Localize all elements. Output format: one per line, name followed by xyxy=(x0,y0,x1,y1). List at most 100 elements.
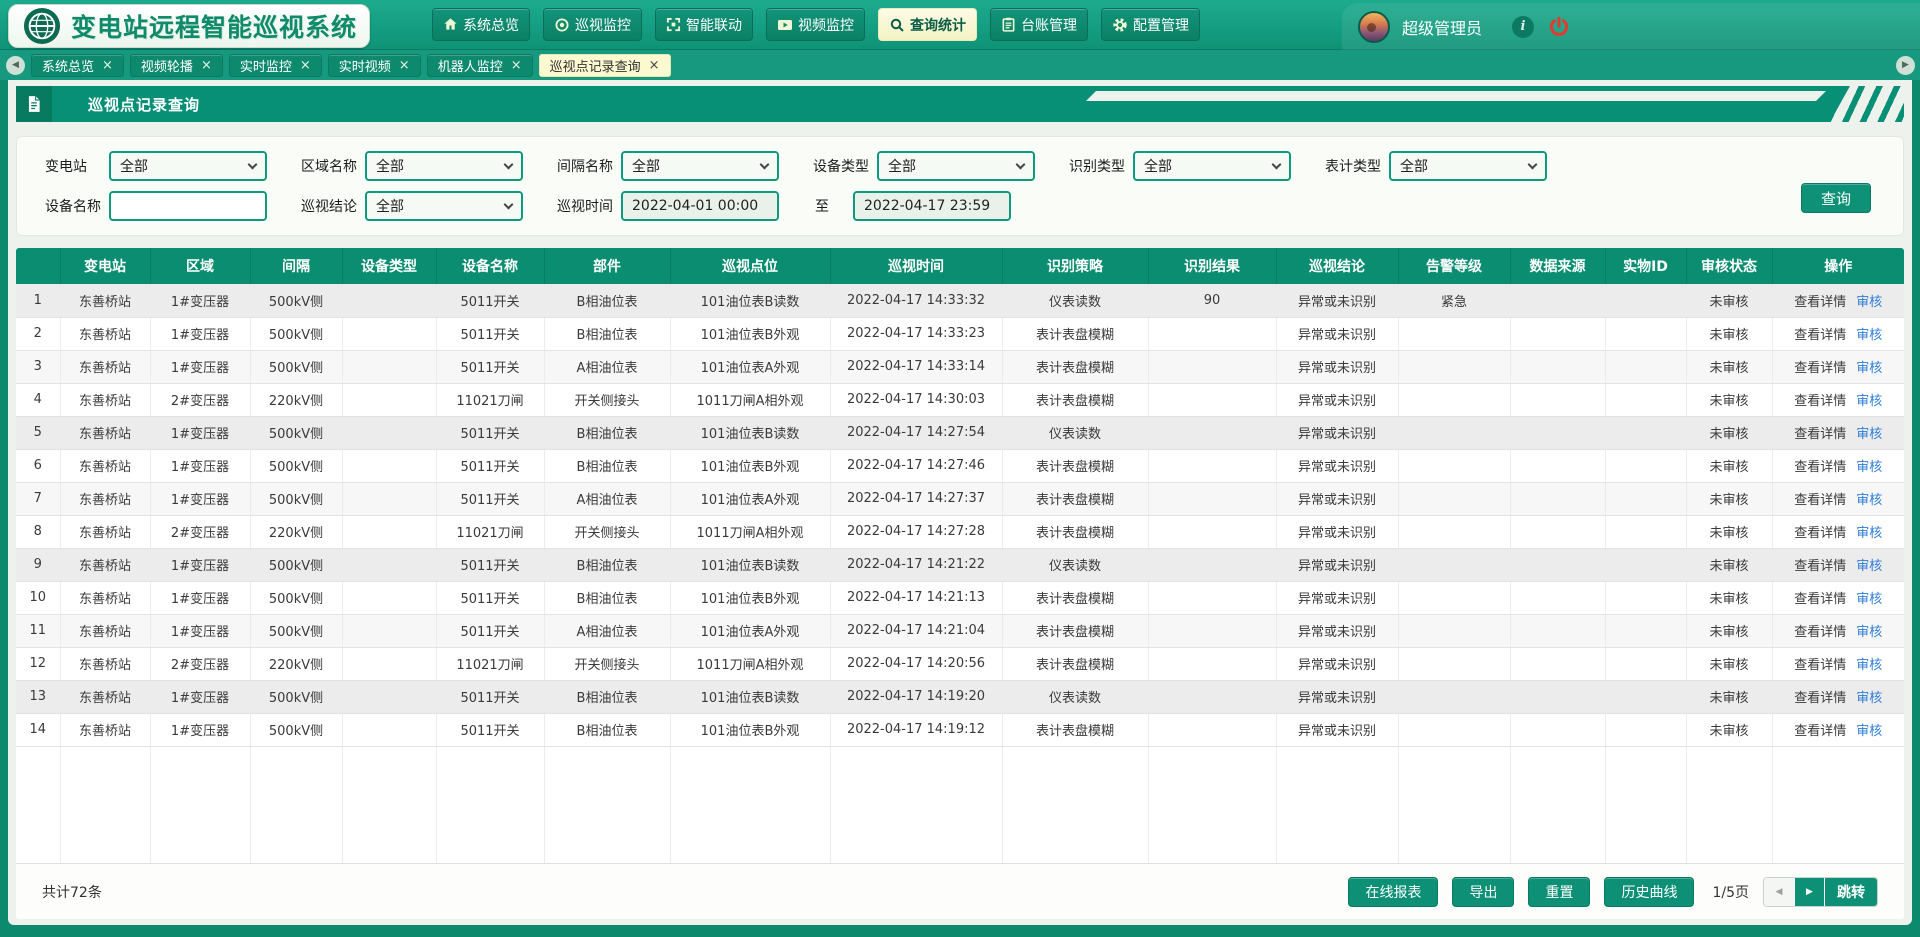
table-cell: 未审核 xyxy=(1686,548,1772,581)
audit-link[interactable]: 审核 xyxy=(1856,559,1882,574)
avatar[interactable] xyxy=(1358,11,1390,43)
table-cell: B相油位表 xyxy=(544,449,670,482)
close-icon[interactable]: × xyxy=(649,59,660,72)
info-icon[interactable]: i xyxy=(1512,16,1534,38)
audit-link[interactable]: 审核 xyxy=(1856,724,1882,739)
table-cell xyxy=(1148,647,1276,680)
table-cell: 5011开关 xyxy=(436,317,544,350)
audit-link[interactable]: 审核 xyxy=(1856,427,1882,442)
table-cell: B相油位表 xyxy=(544,548,670,581)
tab-video-carousel[interactable]: 视频轮播 × xyxy=(130,54,223,77)
reset-button[interactable]: 重置 xyxy=(1528,877,1590,907)
table-row: 10东善桥站1#变压器500kV侧5011开关B相油位表101油位表B外观202… xyxy=(16,581,1904,614)
view-detail-link[interactable]: 查看详情 xyxy=(1794,658,1846,673)
table-cell: 异常或未识别 xyxy=(1276,515,1398,548)
next-page-button[interactable]: ▶ xyxy=(1794,878,1824,906)
area-select[interactable]: 全部 xyxy=(365,151,523,181)
history-curve-button[interactable]: 历史曲线 xyxy=(1604,877,1694,907)
table-cell: 1011刀闸A相外观 xyxy=(670,515,830,548)
table-cell: 2022-04-17 14:27:37 xyxy=(830,482,1002,515)
query-button[interactable]: 查询 xyxy=(1801,183,1871,213)
device-type-select[interactable]: 全部 xyxy=(877,151,1035,181)
view-detail-link[interactable]: 查看详情 xyxy=(1794,559,1846,574)
nav-item-smart-linkage[interactable]: 智能联动 xyxy=(655,8,753,41)
bay-select[interactable]: 全部 xyxy=(621,151,779,181)
logout-power-icon[interactable] xyxy=(1548,16,1570,38)
time-from-input[interactable]: 2022-04-01 00:00 xyxy=(621,191,779,221)
table-cell xyxy=(1398,317,1510,350)
tab-inspection-record-query[interactable]: 巡视点记录查询 × xyxy=(539,54,671,77)
nav-item-query-statistics[interactable]: 查询统计 xyxy=(878,8,977,41)
station-select[interactable]: 全部 xyxy=(109,151,267,181)
view-detail-link[interactable]: 查看详情 xyxy=(1794,295,1846,310)
table-cell: 东善桥站 xyxy=(60,416,150,449)
operation-cell: 查看详情审核 xyxy=(1772,416,1904,449)
tab-scroll-left-button[interactable]: ◀ xyxy=(6,56,25,75)
close-icon[interactable]: × xyxy=(102,59,113,72)
view-detail-link[interactable]: 查看详情 xyxy=(1794,493,1846,508)
prev-page-button[interactable]: ◀ xyxy=(1764,878,1794,906)
audit-link[interactable]: 审核 xyxy=(1856,493,1882,508)
table-cell xyxy=(1148,548,1276,581)
tab-scroll-right-button[interactable]: ▶ xyxy=(1896,56,1915,75)
audit-link[interactable]: 审核 xyxy=(1856,394,1882,409)
view-detail-link[interactable]: 查看详情 xyxy=(1794,394,1846,409)
tab-robot-monitor[interactable]: 机器人监控 × xyxy=(427,54,533,77)
view-detail-link[interactable]: 查看详情 xyxy=(1794,460,1846,475)
table-row: 1东善桥站1#变压器500kV侧5011开关B相油位表101油位表B读数2022… xyxy=(16,284,1904,317)
close-icon[interactable]: × xyxy=(511,59,522,72)
export-button[interactable]: 导出 xyxy=(1452,877,1514,907)
nav-item-inspection-monitor[interactable]: 巡视监控 xyxy=(543,8,642,41)
chevron-down-icon xyxy=(504,159,514,169)
jump-button[interactable]: 跳转 xyxy=(1824,878,1877,906)
table-cell: 11021刀闸 xyxy=(436,515,544,548)
close-icon[interactable]: × xyxy=(201,59,212,72)
nav-item-system-overview[interactable]: 系统总览 xyxy=(432,8,530,41)
close-icon[interactable]: × xyxy=(399,59,410,72)
audit-link[interactable]: 审核 xyxy=(1856,592,1882,607)
audit-link[interactable]: 审核 xyxy=(1856,361,1882,376)
view-detail-link[interactable]: 查看详情 xyxy=(1794,724,1846,739)
audit-link[interactable]: 审核 xyxy=(1856,328,1882,343)
view-detail-link[interactable]: 查看详情 xyxy=(1794,361,1846,376)
audit-link[interactable]: 审核 xyxy=(1856,526,1882,541)
time-to-input[interactable]: 2022-04-17 23:59 xyxy=(853,191,1011,221)
table-cell xyxy=(342,482,436,515)
user-name: 超级管理员 xyxy=(1402,15,1482,39)
tab-system-overview[interactable]: 系统总览 × xyxy=(31,54,124,77)
tab-realtime-monitor[interactable]: 实时监控 × xyxy=(229,54,322,77)
records-table-card: 变电站区域间隔设备类型设备名称部件巡视点位巡视时间识别策略识别结果巡视结论告警等… xyxy=(16,248,1904,919)
audit-link[interactable]: 审核 xyxy=(1856,460,1882,475)
recognition-type-select[interactable]: 全部 xyxy=(1133,151,1291,181)
table-cell: 2022-04-17 14:30:03 xyxy=(830,383,1002,416)
view-detail-link[interactable]: 查看详情 xyxy=(1794,592,1846,607)
view-detail-link[interactable]: 查看详情 xyxy=(1794,625,1846,640)
audit-link[interactable]: 审核 xyxy=(1856,691,1882,706)
nav-item-ledger-management[interactable]: 台账管理 xyxy=(990,8,1088,41)
column-header: 设备名称 xyxy=(436,248,544,284)
audit-link[interactable]: 审核 xyxy=(1856,295,1882,310)
table-cell: 东善桥站 xyxy=(60,284,150,317)
device-name-input[interactable] xyxy=(109,191,267,221)
table-cell: 未审核 xyxy=(1686,416,1772,449)
view-detail-link[interactable]: 查看详情 xyxy=(1794,328,1846,343)
nav-item-config-management[interactable]: 配置管理 xyxy=(1101,8,1200,41)
close-icon[interactable]: × xyxy=(300,59,311,72)
audit-link[interactable]: 审核 xyxy=(1856,625,1882,640)
tab-realtime-video[interactable]: 实时视频 × xyxy=(328,54,421,77)
nav-item-video-monitor[interactable]: 视频监控 xyxy=(766,8,865,41)
table-cell xyxy=(1148,713,1276,746)
table-cell xyxy=(342,350,436,383)
online-report-button[interactable]: 在线报表 xyxy=(1348,877,1438,907)
table-cell xyxy=(1605,416,1686,449)
table-cell xyxy=(342,416,436,449)
meter-type-select[interactable]: 全部 xyxy=(1389,151,1547,181)
view-detail-link[interactable]: 查看详情 xyxy=(1794,427,1846,442)
operation-cell: 查看详情审核 xyxy=(1772,581,1904,614)
conclusion-select[interactable]: 全部 xyxy=(365,191,523,221)
table-cell: B相油位表 xyxy=(544,581,670,614)
view-detail-link[interactable]: 查看详情 xyxy=(1794,691,1846,706)
audit-link[interactable]: 审核 xyxy=(1856,658,1882,673)
view-detail-link[interactable]: 查看详情 xyxy=(1794,526,1846,541)
table-cell: 101油位表B读数 xyxy=(670,284,830,317)
